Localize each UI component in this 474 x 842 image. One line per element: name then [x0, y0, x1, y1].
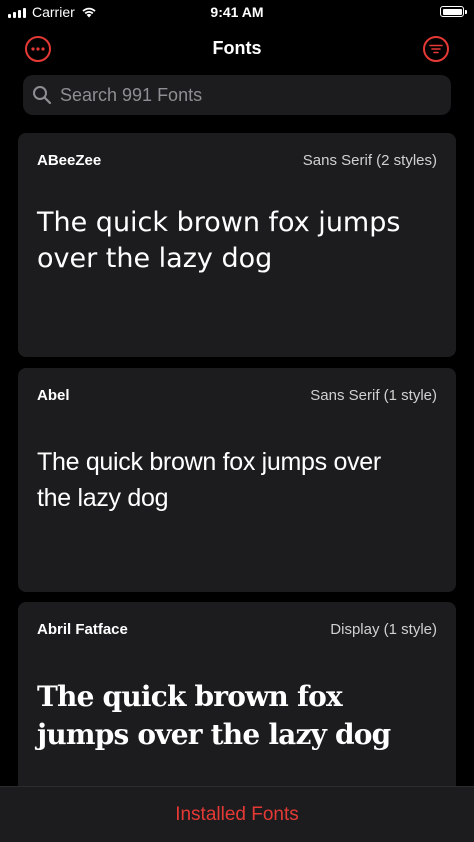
font-name: ABeeZee [37, 152, 102, 169]
font-category: Sans Serif (2 styles) [302, 152, 437, 169]
font-category: Sans Serif (1 style) [310, 387, 437, 404]
filter-icon [429, 44, 443, 54]
font-name: Abel [37, 387, 70, 404]
font-card-abeezee[interactable]: ABeeZee Sans Serif (2 styles) The quick … [18, 133, 456, 357]
font-name: Abril Fatface [37, 621, 128, 638]
nav-bar: Fonts [0, 30, 474, 68]
status-bar: Carrier 9:41 AM [0, 0, 474, 26]
search-icon [33, 86, 52, 105]
status-time: 9:41 AM [210, 4, 264, 20]
search-bar[interactable] [23, 75, 451, 115]
font-sample: The quick brown fox jumps over the lazy … [37, 680, 391, 751]
fonts-screen: Carrier 9:41 AM Fonts Search 991 Fonts A… [0, 0, 474, 842]
bottom-toolbar: Installed Fonts [0, 786, 474, 842]
font-sample: The quick brown fox jumps over the lazy … [37, 207, 401, 274]
page-title: Fonts [212, 38, 262, 58]
filter-button[interactable] [423, 36, 449, 62]
font-category: Display (1 style) [330, 621, 437, 638]
search-input[interactable] [58, 83, 422, 107]
font-card-abel[interactable]: Abel Sans Serif (1 style) The quick brow… [18, 368, 456, 592]
battery-icon [440, 6, 467, 17]
font-sample: The quick brown fox jumps over the lazy … [37, 448, 381, 512]
installed-fonts-button[interactable]: Installed Fonts [175, 804, 299, 826]
